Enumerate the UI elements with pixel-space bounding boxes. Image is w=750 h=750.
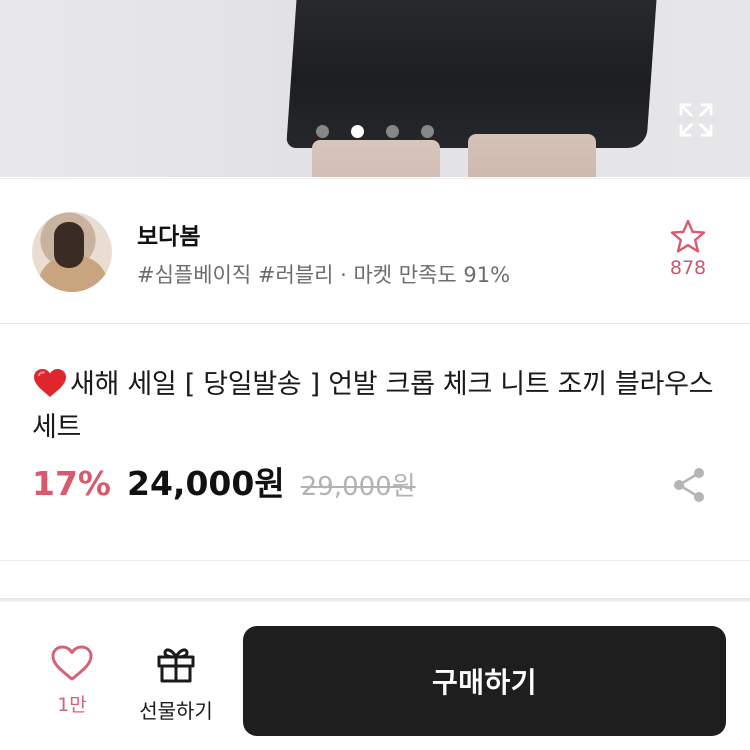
heart-icon xyxy=(51,645,93,681)
gallery-dot[interactable] xyxy=(421,125,434,138)
shop-info-row[interactable]: 보다봄 #심플베이직 #러블리 · 마켓 만족도 91% 878 xyxy=(0,178,750,324)
gallery-dot[interactable] xyxy=(386,125,399,138)
gift-icon xyxy=(157,648,195,683)
buy-button[interactable]: 구매하기 xyxy=(243,626,726,736)
bottom-bar-divider xyxy=(0,598,750,602)
gallery-dot-active[interactable] xyxy=(351,125,364,138)
product-image-gallery[interactable] xyxy=(0,0,750,177)
shop-name[interactable]: 보다봄 xyxy=(137,217,200,251)
gift-button[interactable]: 선물하기 xyxy=(130,645,222,724)
avatar-figure-hair xyxy=(54,222,84,268)
like-count: 1만 xyxy=(57,694,87,716)
expand-icon[interactable] xyxy=(678,102,714,138)
share-icon[interactable] xyxy=(672,467,706,503)
red-heart-emoji-icon xyxy=(34,369,66,397)
gift-label: 선물하기 xyxy=(139,699,213,723)
product-info-section: 새해 세일 [ 당일발송 ] 언발 크롭 체크 니트 조끼 블라우스 세트 17… xyxy=(0,325,750,561)
shop-favorite-button[interactable]: 878 xyxy=(664,219,712,279)
product-photo-leg-left xyxy=(312,140,440,177)
shop-favorite-count: 878 xyxy=(669,257,707,279)
like-button[interactable]: 1만 xyxy=(44,644,100,717)
star-icon xyxy=(670,219,706,253)
price-row: 17% 24,000원 29,000원 xyxy=(32,457,416,505)
product-title-block: 새해 세일 [ 당일발송 ] 언발 크롭 체크 니트 조끼 블라우스 세트 xyxy=(32,363,722,449)
shop-tags: #심플베이직 #러블리 · 마켓 만족도 91% xyxy=(137,263,511,287)
original-price: 29,000원 xyxy=(300,472,416,502)
gallery-pagination xyxy=(316,125,434,138)
sale-price: 24,000원 xyxy=(127,464,285,503)
shop-avatar[interactable] xyxy=(32,212,112,292)
product-photo-leg-right xyxy=(468,134,596,177)
product-title: 새해 세일 [ 당일발송 ] 언발 크롭 체크 니트 조끼 블라우스 세트 xyxy=(32,369,714,443)
discount-rate: 17% xyxy=(32,464,111,503)
gallery-dot[interactable] xyxy=(316,125,329,138)
